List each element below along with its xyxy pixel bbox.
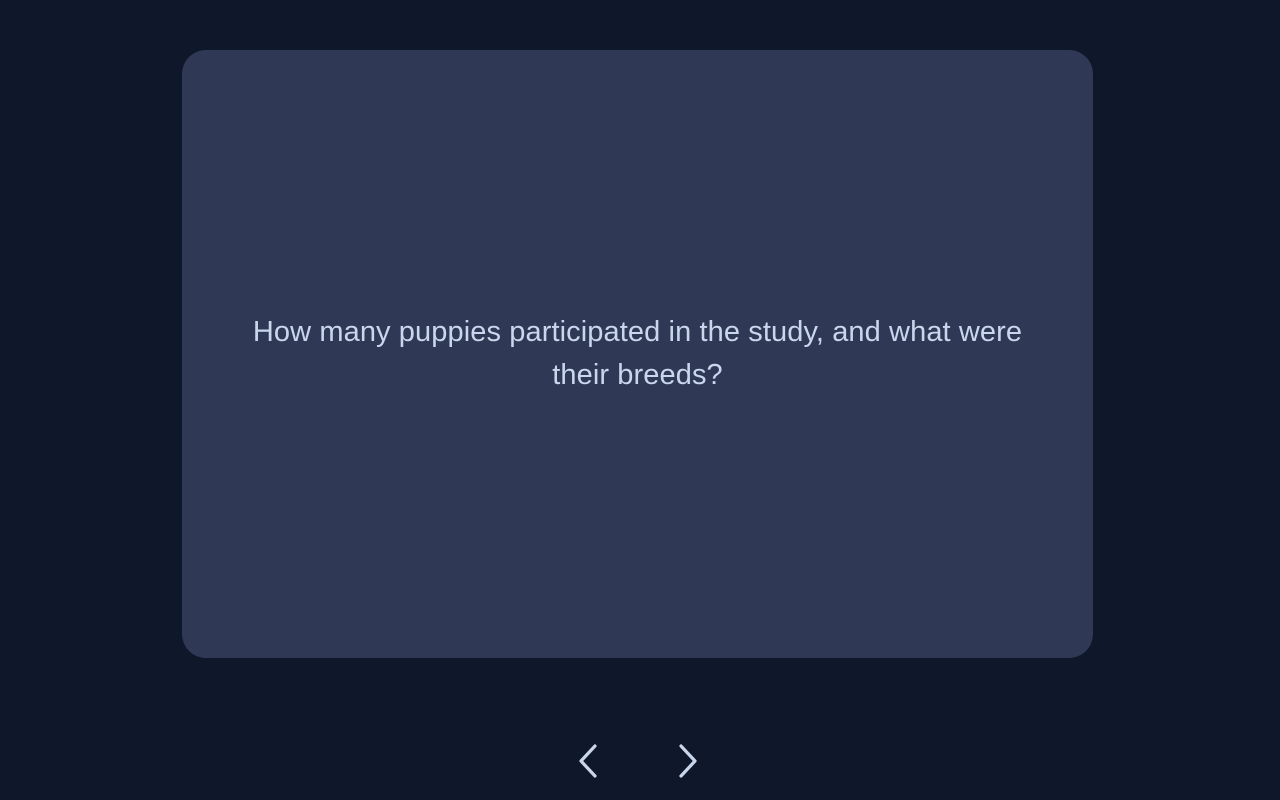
next-card-button[interactable]	[662, 735, 714, 787]
chevron-right-icon	[678, 744, 698, 778]
flashcard-view: How many puppies participated in the stu…	[0, 0, 1280, 800]
flashcard[interactable]: How many puppies participated in the stu…	[182, 50, 1093, 658]
chevron-left-icon	[578, 744, 598, 778]
card-navigation	[0, 735, 1280, 787]
previous-card-button[interactable]	[562, 735, 614, 787]
flashcard-question: How many puppies participated in the stu…	[252, 316, 1023, 391]
